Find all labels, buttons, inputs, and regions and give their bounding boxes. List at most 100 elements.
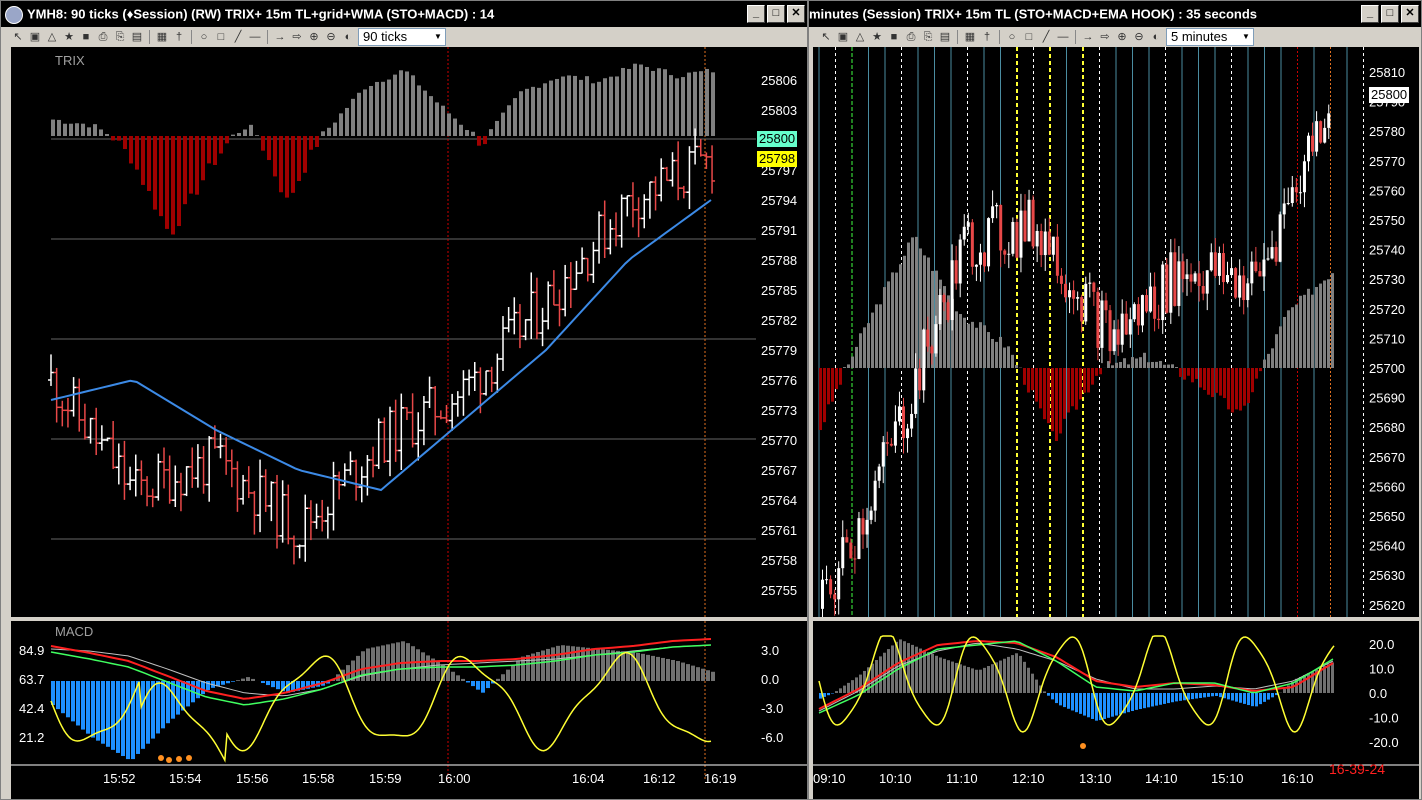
- copy-icon[interactable]: ⎘: [113, 30, 127, 44]
- print-icon[interactable]: ⎙: [96, 30, 110, 44]
- trix-bar: [231, 134, 235, 136]
- interval-select[interactable]: 5 minutes ▼: [1166, 28, 1254, 46]
- macd-axis-label: 20.0: [1369, 637, 1394, 652]
- left-price-pane[interactable]: 2580625803258002579725794257912578825785…: [11, 47, 807, 617]
- line-icon[interactable]: —: [1056, 30, 1070, 44]
- trix-bar: [147, 136, 151, 191]
- arrow-icon[interactable]: →: [1081, 30, 1095, 44]
- pin-icon[interactable]: †: [980, 30, 994, 44]
- minimize-button[interactable]: _: [1361, 5, 1379, 23]
- trix-bar: [573, 75, 577, 136]
- arrow-right-icon[interactable]: ⇨: [1098, 30, 1112, 44]
- candle-body: [1031, 199, 1035, 247]
- price-axis-label: 25760: [1369, 183, 1405, 198]
- print-icon[interactable]: ⎙: [904, 30, 918, 44]
- candle-body: [1323, 127, 1327, 143]
- magnet-icon[interactable]: ◐: [341, 30, 355, 44]
- draw-rect-icon[interactable]: □: [1022, 30, 1036, 44]
- draw-rect-icon[interactable]: □: [214, 30, 228, 44]
- zoom-out-icon[interactable]: ⊖: [324, 30, 338, 44]
- trix-bar: [381, 81, 385, 136]
- maximize-button[interactable]: □: [1381, 5, 1399, 23]
- macd-histogram-bar: [686, 664, 690, 681]
- chevron-down-icon[interactable]: ▼: [1240, 30, 1252, 44]
- trix-bar: [1331, 273, 1334, 368]
- window-icon[interactable]: ▣: [836, 30, 850, 44]
- close-button[interactable]: ✕: [1401, 5, 1419, 23]
- trix-bar: [69, 123, 73, 136]
- candle-body: [1003, 250, 1007, 255]
- macd-histogram-bar: [156, 681, 160, 734]
- trix-bar: [369, 85, 373, 136]
- star-icon[interactable]: ★: [62, 30, 76, 44]
- draw-line-icon[interactable]: ╱: [1039, 30, 1053, 44]
- macd-histogram-bar: [1135, 693, 1138, 710]
- macd-histogram-bar: [401, 641, 405, 681]
- save-icon[interactable]: ■: [79, 30, 93, 44]
- chevron-down-icon[interactable]: ▼: [432, 30, 444, 44]
- close-button[interactable]: ✕: [787, 5, 805, 23]
- trix-bar: [1247, 368, 1250, 404]
- draw-circle-icon[interactable]: ○: [197, 30, 211, 44]
- pointer-icon[interactable]: ↖: [819, 30, 833, 44]
- table-icon[interactable]: ▤: [130, 30, 144, 44]
- trix-bar: [1159, 360, 1162, 368]
- trix-bar: [1167, 364, 1170, 368]
- trix-bar: [75, 123, 79, 136]
- left-indicator-pane[interactable]: MACD 84.9 63.7 42.4 21.2 3.0 0.0 -3.0 -6.0 15:52 1…: [11, 621, 807, 799]
- arrow-icon[interactable]: →: [273, 30, 287, 44]
- magnet-icon[interactable]: ◐: [1149, 30, 1163, 44]
- save-icon[interactable]: ■: [887, 30, 901, 44]
- candle-body: [1011, 221, 1015, 254]
- macd-histogram-bar: [226, 681, 230, 684]
- right-titlebar[interactable]: minutes (Session) TRIX+ 15m TL (STO+MACD…: [809, 1, 1421, 27]
- trix-bar: [983, 325, 986, 368]
- trix-bar: [1175, 367, 1178, 368]
- right-price-pane[interactable]: 2581025790257802577025760257502574025730…: [813, 47, 1419, 617]
- draw-line-icon[interactable]: ╱: [231, 30, 245, 44]
- grid-icon[interactable]: ▦: [963, 30, 977, 44]
- macd-histogram-bar: [1191, 693, 1194, 700]
- candle-body: [1157, 318, 1161, 321]
- zoom-in-icon[interactable]: ⊕: [1115, 30, 1129, 44]
- line-icon[interactable]: —: [248, 30, 262, 44]
- macd-histogram-bar: [271, 681, 275, 688]
- macd-histogram-bar: [111, 681, 115, 750]
- open-icon[interactable]: △: [45, 30, 59, 44]
- minimize-button[interactable]: _: [747, 5, 765, 23]
- candle-body: [1132, 304, 1136, 320]
- macd-histogram-bar: [471, 681, 475, 687]
- macd-histogram-bar: [456, 675, 460, 681]
- price-axis-label: 25755: [761, 583, 797, 598]
- zoom-in-icon[interactable]: ⊕: [307, 30, 321, 44]
- candle-body: [1226, 275, 1229, 283]
- table-icon[interactable]: ▤: [938, 30, 952, 44]
- trix-bar: [135, 136, 139, 170]
- macd-histogram-bar: [541, 650, 545, 681]
- macd-axis-label: 0.0: [761, 672, 779, 687]
- candle-body: [1055, 236, 1059, 276]
- trix-bar: [111, 136, 115, 141]
- trix-bar: [855, 346, 858, 368]
- right-chart-window: minutes (Session) TRIX+ 15m TL (STO+MACD…: [808, 0, 1422, 800]
- price-axis-label: 25730: [1369, 272, 1405, 287]
- trix-bar: [1291, 307, 1294, 368]
- grid-icon[interactable]: ▦: [155, 30, 169, 44]
- draw-circle-icon[interactable]: ○: [1005, 30, 1019, 44]
- star-icon[interactable]: ★: [870, 30, 884, 44]
- maximize-button[interactable]: □: [767, 5, 785, 23]
- candle-body: [1043, 231, 1047, 256]
- right-indicator-pane[interactable]: 20.0 10.0 0.0 -10.0 -20.0 09:10 10:10 11:10 12:1…: [813, 621, 1419, 799]
- left-titlebar[interactable]: YMH8: 90 ticks (♦Session) (RW) TRIX+ 15m…: [1, 1, 807, 27]
- window-icon[interactable]: ▣: [28, 30, 42, 44]
- pin-icon[interactable]: †: [172, 30, 186, 44]
- copy-icon[interactable]: ⎘: [921, 30, 935, 44]
- trix-bar: [883, 287, 886, 368]
- macd-histogram-bar: [381, 645, 385, 681]
- arrow-right-icon[interactable]: ⇨: [290, 30, 304, 44]
- open-icon[interactable]: △: [853, 30, 867, 44]
- interval-select[interactable]: 90 ticks ▼: [358, 28, 446, 46]
- zoom-out-icon[interactable]: ⊖: [1132, 30, 1146, 44]
- pointer-icon[interactable]: ↖: [11, 30, 25, 44]
- candle-body: [1298, 192, 1302, 194]
